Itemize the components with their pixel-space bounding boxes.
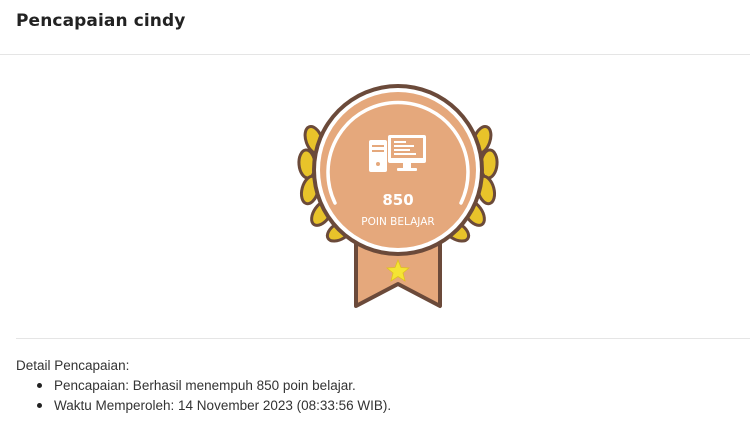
details-heading: Detail Pencapaian: [16,358,130,373]
badge-label: POIN BELAJAR [361,216,434,228]
bullet-icon [37,403,42,408]
achievement-badge: 850 POIN BELAJAR [290,78,506,318]
page-header: Pencapaian cindy [0,0,750,55]
list-item: Pencapaian: Berhasil menempuh 850 poin b… [37,376,391,396]
bullet-icon [37,383,42,388]
achievement-details: Detail Pencapaian: Pencapaian: Berhasil … [16,356,391,416]
list-item: Waktu Memperoleh: 14 November 2023 (08:3… [37,396,392,416]
badge-points: 850 [382,191,413,209]
section-divider [16,338,750,339]
page-title: Pencapaian cindy [16,11,186,31]
details-list: Pencapaian: Berhasil menempuh 850 poin b… [16,376,391,416]
detail-time: Waktu Memperoleh: 14 November 2023 (08:3… [54,398,392,413]
detail-achievement: Pencapaian: Berhasil menempuh 850 poin b… [54,378,356,393]
